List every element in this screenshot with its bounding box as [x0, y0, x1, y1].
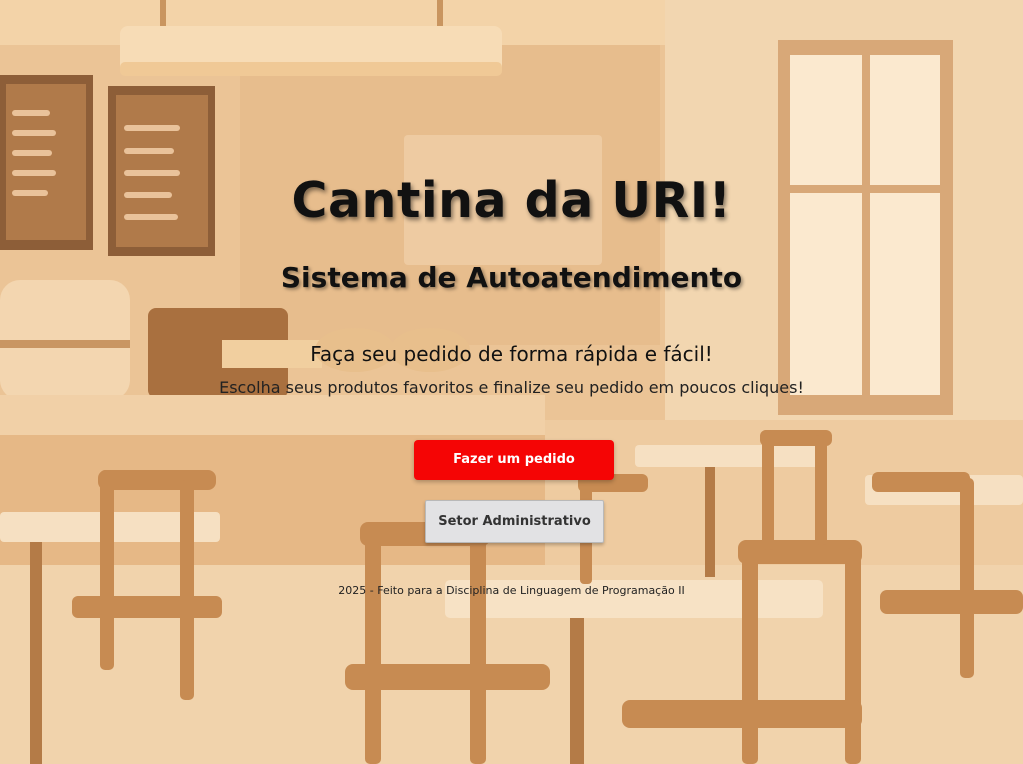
page-title: Cantina da URI! [291, 172, 732, 229]
admin-sector-button[interactable]: Setor Administrativo [425, 500, 604, 543]
make-order-button[interactable]: Fazer um pedido [414, 440, 614, 480]
description-text: Escolha seus produtos favoritos e finali… [219, 378, 804, 397]
hero-section: Cantina da URI! Sistema de Autoatendimen… [0, 0, 1023, 764]
page-subtitle: Sistema de Autoatendimento [280, 261, 743, 294]
tagline-text: Faça seu pedido de forma rápida e fácil! [310, 342, 713, 366]
footer-text: 2025 - Feito para a Disciplina de Lingua… [338, 584, 685, 597]
landing-page: Cantina da URI! Sistema de Autoatendimen… [0, 0, 1023, 764]
